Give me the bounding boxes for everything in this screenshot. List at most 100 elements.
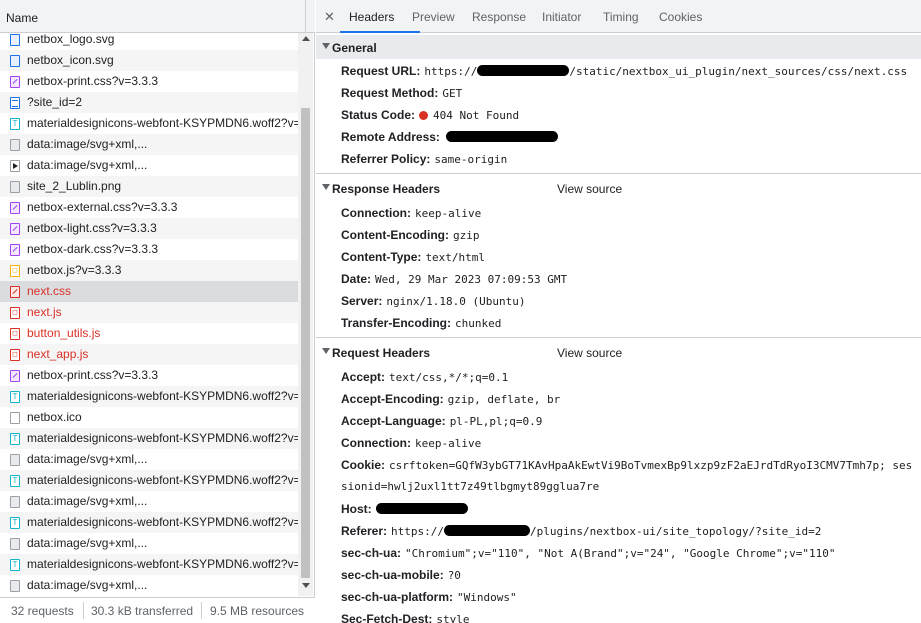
view-source-link[interactable]: View source xyxy=(557,182,622,196)
request-row[interactable]: netbox-print.css?v=3.3.3 xyxy=(0,71,298,92)
header-value: same-origin xyxy=(434,153,508,166)
request-row[interactable]: Tmaterialdesignicons-webfont-KSYPMDN6.wo… xyxy=(0,113,298,134)
request-row[interactable]: ◻ button_utils.js xyxy=(0,323,298,344)
header-value: keep-alive xyxy=(415,437,482,450)
img-file-icon xyxy=(10,181,20,193)
img-file-icon xyxy=(10,580,20,592)
request-row[interactable]: data:image/svg+xml,... xyxy=(0,491,298,512)
network-summary-bar: 32 requests 30.3 kB transferred 9.5 MB r… xyxy=(0,597,315,623)
header-value: keep-alive xyxy=(415,207,482,220)
font-file-icon: T xyxy=(10,517,20,529)
request-row[interactable]: ?site_id=2 xyxy=(0,92,298,113)
request-row[interactable]: ◻ next.js xyxy=(0,302,298,323)
response-header-row: Date: Wed, 29 Mar 2023 07:09:53 GMT xyxy=(341,272,567,286)
request-row[interactable]: data:image/svg+xml,... xyxy=(0,533,298,554)
img-file-icon xyxy=(10,139,20,151)
tab-timing[interactable]: Timing xyxy=(603,10,639,24)
request-row[interactable]: ◻ netbox.js?v=3.3.3 xyxy=(0,260,298,281)
header-value: pl-PL,pl;q=0.9 xyxy=(449,415,543,428)
request-row[interactable]: netbox-external.css?v=3.3.3 xyxy=(0,197,298,218)
request-row[interactable]: netbox-dark.css?v=3.3.3 xyxy=(0,239,298,260)
header-value: Wed, 29 Mar 2023 07:09:53 GMT xyxy=(375,273,568,286)
request-row[interactable]: Tmaterialdesignicons-webfont-KSYPMDN6.wo… xyxy=(0,428,298,449)
resources-size: 9.5 MB resources xyxy=(210,604,305,618)
header-key: Content-Type: xyxy=(341,250,422,264)
header-key: Status Code: xyxy=(341,108,416,122)
remote-address-row: Remote Address: xyxy=(341,130,558,144)
request-row[interactable]: Tmaterialdesignicons-webfont-KSYPMDN6.wo… xyxy=(0,512,298,533)
request-name: next_app.js xyxy=(27,347,89,361)
name-column-header[interactable]: Name xyxy=(6,11,38,25)
request-url-row: Request URL: https:// /static/nextbox_ui_p… xyxy=(341,64,907,78)
css-file-icon xyxy=(10,202,20,214)
scrollbar-thumb[interactable] xyxy=(301,108,310,578)
tab-initiator[interactable]: Initiator xyxy=(542,10,581,24)
tab-headers[interactable]: Headers xyxy=(349,10,394,24)
tab-cookies[interactable]: Cookies xyxy=(659,10,702,24)
request-row[interactable]: netbox-light.css?v=3.3.3 xyxy=(0,218,298,239)
request-row[interactable]: Tmaterialdesignicons-webfont-KSYPMDN6.wo… xyxy=(0,386,298,407)
request-name: ?site_id=2 xyxy=(27,95,83,109)
accept-encoding-row: Accept-Encoding: gzip, deflate, br xyxy=(341,392,560,406)
request-headers-section-header[interactable]: Request Headers View source xyxy=(316,340,921,364)
request-name: site_2_Lublin.png xyxy=(27,179,122,193)
general-section-header[interactable]: General xyxy=(316,35,921,59)
response-headers-section-header[interactable]: Response Headers View source xyxy=(316,176,921,200)
header-value: chunked xyxy=(455,317,502,330)
tab-preview[interactable]: Preview xyxy=(412,10,455,24)
request-row[interactable]: netbox_logo.svg xyxy=(0,29,298,50)
close-icon[interactable]: ✕ xyxy=(324,9,335,25)
request-details-pane: ✕ Headers Preview Response Initiator Tim… xyxy=(316,0,921,623)
request-row[interactable]: Tmaterialdesignicons-webfont-KSYPMDN6.wo… xyxy=(0,470,298,491)
header-value: GET xyxy=(442,87,463,100)
header-value: ?0 xyxy=(447,569,461,582)
request-row[interactable]: site_2_Lublin.png xyxy=(0,176,298,197)
svgimg-file-icon xyxy=(10,34,20,46)
font-file-icon: T xyxy=(10,433,20,445)
cookie-value-continued: sionid=hwlj2uxl1tt7z49tlbgmyt89gglua7re xyxy=(341,480,600,493)
response-header-row: Transfer-Encoding: chunked xyxy=(341,316,501,330)
view-source-link[interactable]: View source xyxy=(557,346,622,360)
request-row[interactable]: netbox_icon.svg xyxy=(0,50,298,71)
svgimg-file-icon xyxy=(10,55,20,67)
summary-divider xyxy=(83,602,84,619)
header-key: Date: xyxy=(341,272,372,286)
headers-content: General Request URL: https:///static/next… xyxy=(316,34,921,623)
img-file-icon xyxy=(10,454,20,466)
host-row: Host: xyxy=(341,502,468,516)
tab-response[interactable]: Response xyxy=(472,10,526,24)
sec-ch-ua-mobile-row: sec-ch-ua-mobile: ?0 xyxy=(341,568,461,582)
request-list-scrollbar[interactable] xyxy=(298,33,313,596)
scroll-up-icon[interactable] xyxy=(302,36,310,41)
header-key: Accept-Encoding: xyxy=(341,392,444,406)
ico-file-icon xyxy=(10,412,20,424)
request-name: materialdesignicons-webfont-KSYPMDN6.wof… xyxy=(27,515,298,529)
header-key: Referer: xyxy=(341,524,388,538)
column-divider[interactable] xyxy=(305,0,306,33)
request-row[interactable]: ◻ next_app.js xyxy=(0,344,298,365)
referrer-policy-row: Referrer Policy: same-origin xyxy=(341,152,507,166)
header-key: Request URL: xyxy=(341,64,421,78)
sec-ch-ua-row: sec-ch-ua: "Chromium";v="110", "Not A(Bra… xyxy=(341,546,836,560)
response-header-row: Connection: keep-alive xyxy=(341,206,481,220)
request-name: netbox-print.css?v=3.3.3 xyxy=(27,368,159,382)
request-row[interactable]: netbox-print.css?v=3.3.3 xyxy=(0,365,298,386)
request-row[interactable]: data:image/svg+xml,... xyxy=(0,449,298,470)
response-header-row: Server: nginx/1.18.0 (Ubuntu) xyxy=(341,294,525,308)
img-file-icon xyxy=(10,496,20,508)
header-key: Remote Address: xyxy=(341,130,440,144)
errjs-file-icon: ◻ xyxy=(10,349,20,361)
request-row[interactable]: data:image/svg+xml,... xyxy=(0,134,298,155)
css-file-icon xyxy=(10,223,20,235)
header-value: https:// xyxy=(391,525,445,538)
request-row[interactable]: netbox.ico xyxy=(0,407,298,428)
request-row[interactable]: Tmaterialdesignicons-webfont-KSYPMDN6.wo… xyxy=(0,554,298,575)
request-name: netbox.ico xyxy=(27,410,82,424)
scroll-down-icon[interactable] xyxy=(302,583,310,588)
summary-divider xyxy=(201,602,202,619)
request-name: netbox-print.css?v=3.3.3 xyxy=(27,74,159,88)
request-row[interactable]: data:image/svg+xml,... xyxy=(0,155,298,176)
header-key: Content-Encoding: xyxy=(341,228,449,242)
request-row[interactable]: data:image/svg+xml,... xyxy=(0,575,298,596)
request-row[interactable]: next.css xyxy=(0,281,298,302)
